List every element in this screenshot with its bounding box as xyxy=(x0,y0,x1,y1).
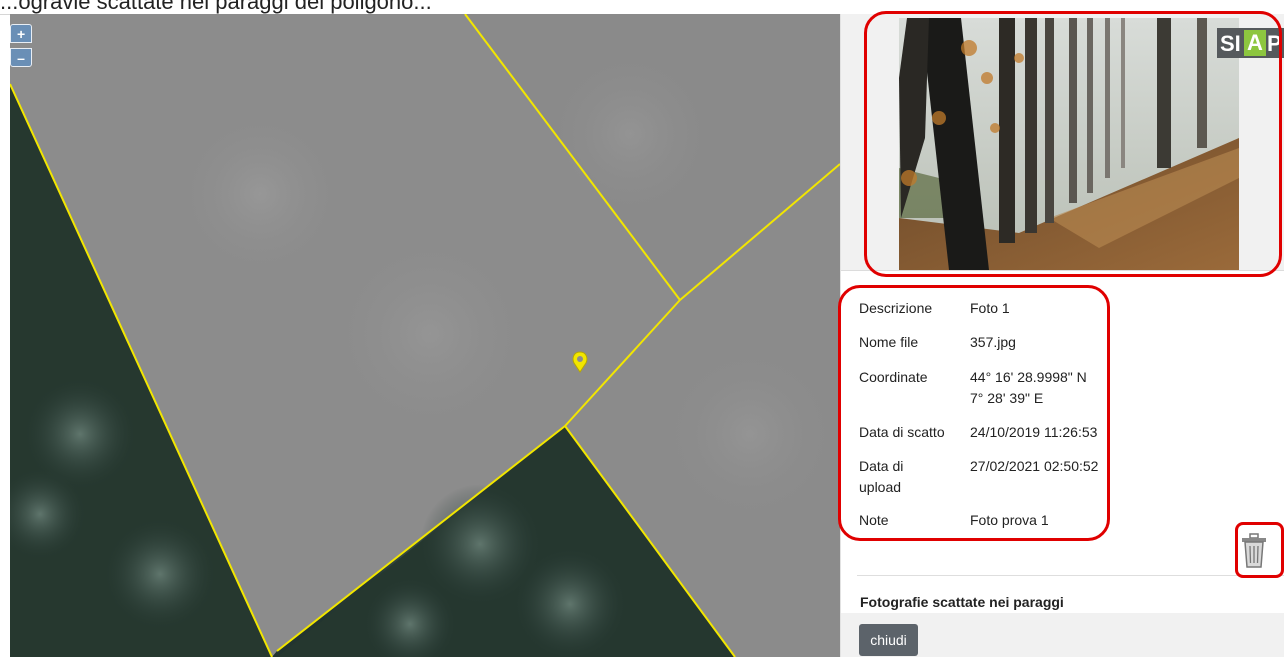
close-button[interactable]: chiudi xyxy=(859,624,918,656)
zoom-out-button[interactable]: – xyxy=(10,48,32,67)
annotation-highlight-photo xyxy=(864,11,1282,277)
top-heading-text: ...ogravie scattate nei paraggi del poli… xyxy=(0,0,432,14)
map-view[interactable]: + – xyxy=(10,14,840,657)
annotation-highlight-delete xyxy=(1235,522,1284,578)
section-divider xyxy=(857,575,1284,576)
zoom-in-button[interactable]: + xyxy=(10,24,32,43)
map-canvas xyxy=(10,14,840,657)
annotation-highlight-details xyxy=(838,285,1110,541)
nearby-photos-title: Fotografie scattate nei paraggi xyxy=(860,594,1064,610)
